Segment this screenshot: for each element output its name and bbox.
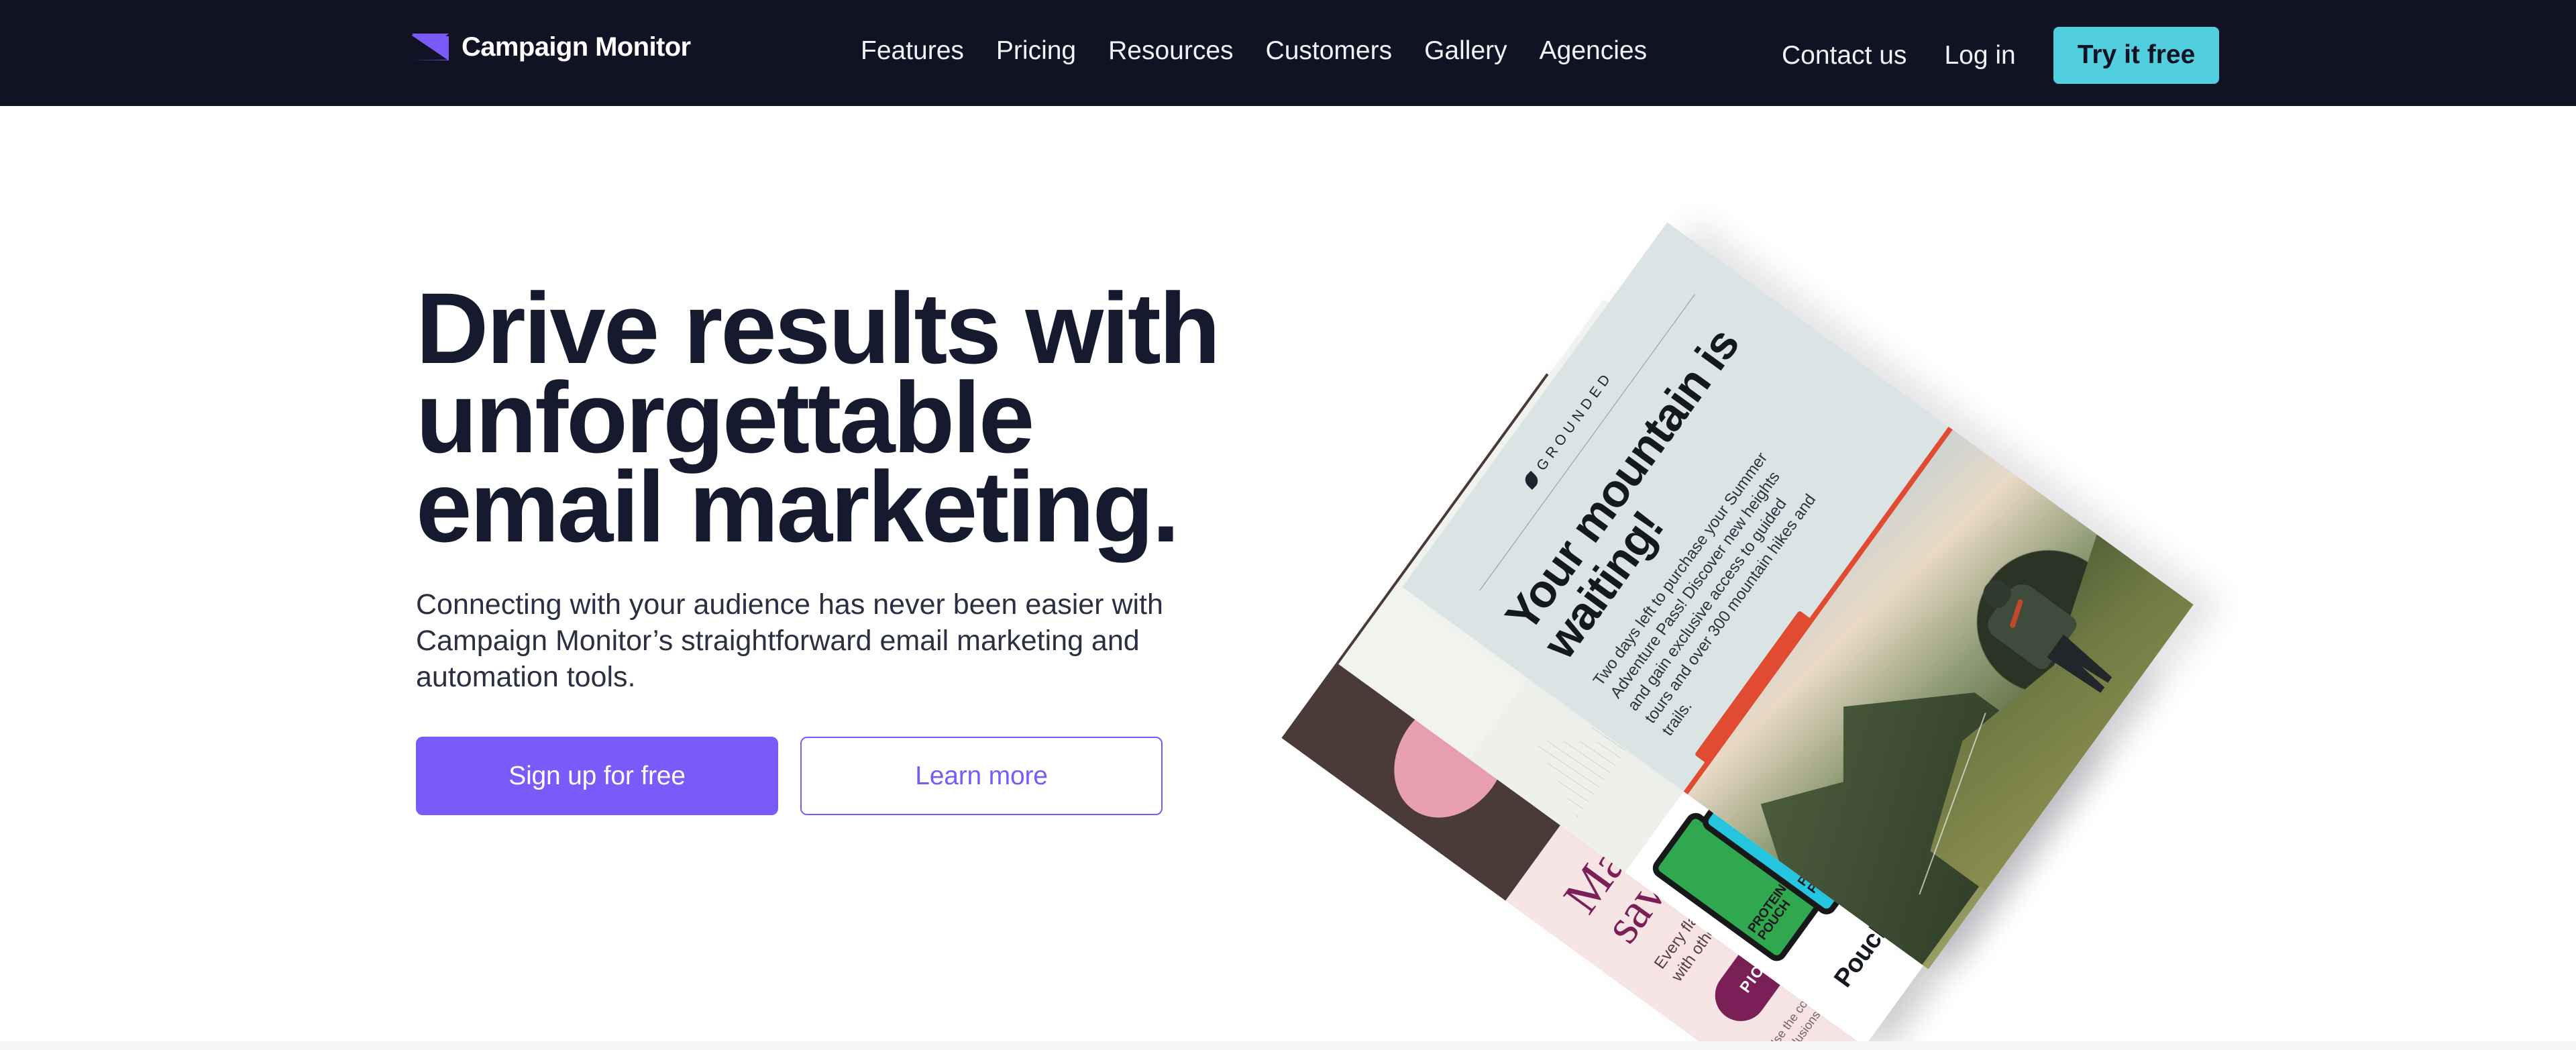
hero-section: Drive results with unforgettable email m… [0, 106, 2576, 1041]
contact-us-link[interactable]: Contact us [1763, 32, 1925, 79]
hiker-legs [2047, 635, 2115, 696]
header-inner: Campaign Monitor Features Pricing Resour… [0, 0, 2576, 106]
hero-email-template-stack: Made to be savoured. Every flavour is ma… [1281, 220, 2234, 1041]
log-in-link[interactable]: Log in [1925, 32, 2034, 79]
nav-item-pricing[interactable]: Pricing [980, 38, 1092, 64]
header-actions: Contact us Log in Try it free [1763, 27, 2220, 84]
envelope-logo-icon [412, 34, 449, 60]
main-navigation: Features Pricing Resources Customers Gal… [861, 38, 1663, 64]
nav-item-gallery[interactable]: Gallery [1408, 38, 1523, 64]
hero-copy: Drive results with unforgettable email m… [416, 272, 1221, 815]
hero-cta-group: Sign up for free Learn more [416, 737, 1221, 815]
try-it-free-button[interactable]: Try it free [2053, 27, 2220, 84]
hero-headline: Drive results with unforgettable email m… [416, 272, 1220, 563]
learn-more-button[interactable]: Learn more [800, 737, 1163, 815]
sign-up-for-free-button[interactable]: Sign up for free [416, 737, 778, 815]
nav-item-customers[interactable]: Customers [1250, 38, 1409, 64]
leaf-icon [1521, 470, 1542, 490]
nav-item-agencies[interactable]: Agencies [1523, 38, 1663, 64]
logo-text: Campaign Monitor [462, 32, 691, 62]
nav-item-resources[interactable]: Resources [1092, 38, 1249, 64]
logo-home-link[interactable]: Campaign Monitor [412, 34, 691, 60]
nav-item-features[interactable]: Features [861, 38, 980, 64]
site-header: Campaign Monitor Features Pricing Resour… [0, 0, 2576, 106]
next-section-band [0, 1041, 2576, 1050]
hero-subheadline: Connecting with your audience has never … [416, 588, 1163, 693]
